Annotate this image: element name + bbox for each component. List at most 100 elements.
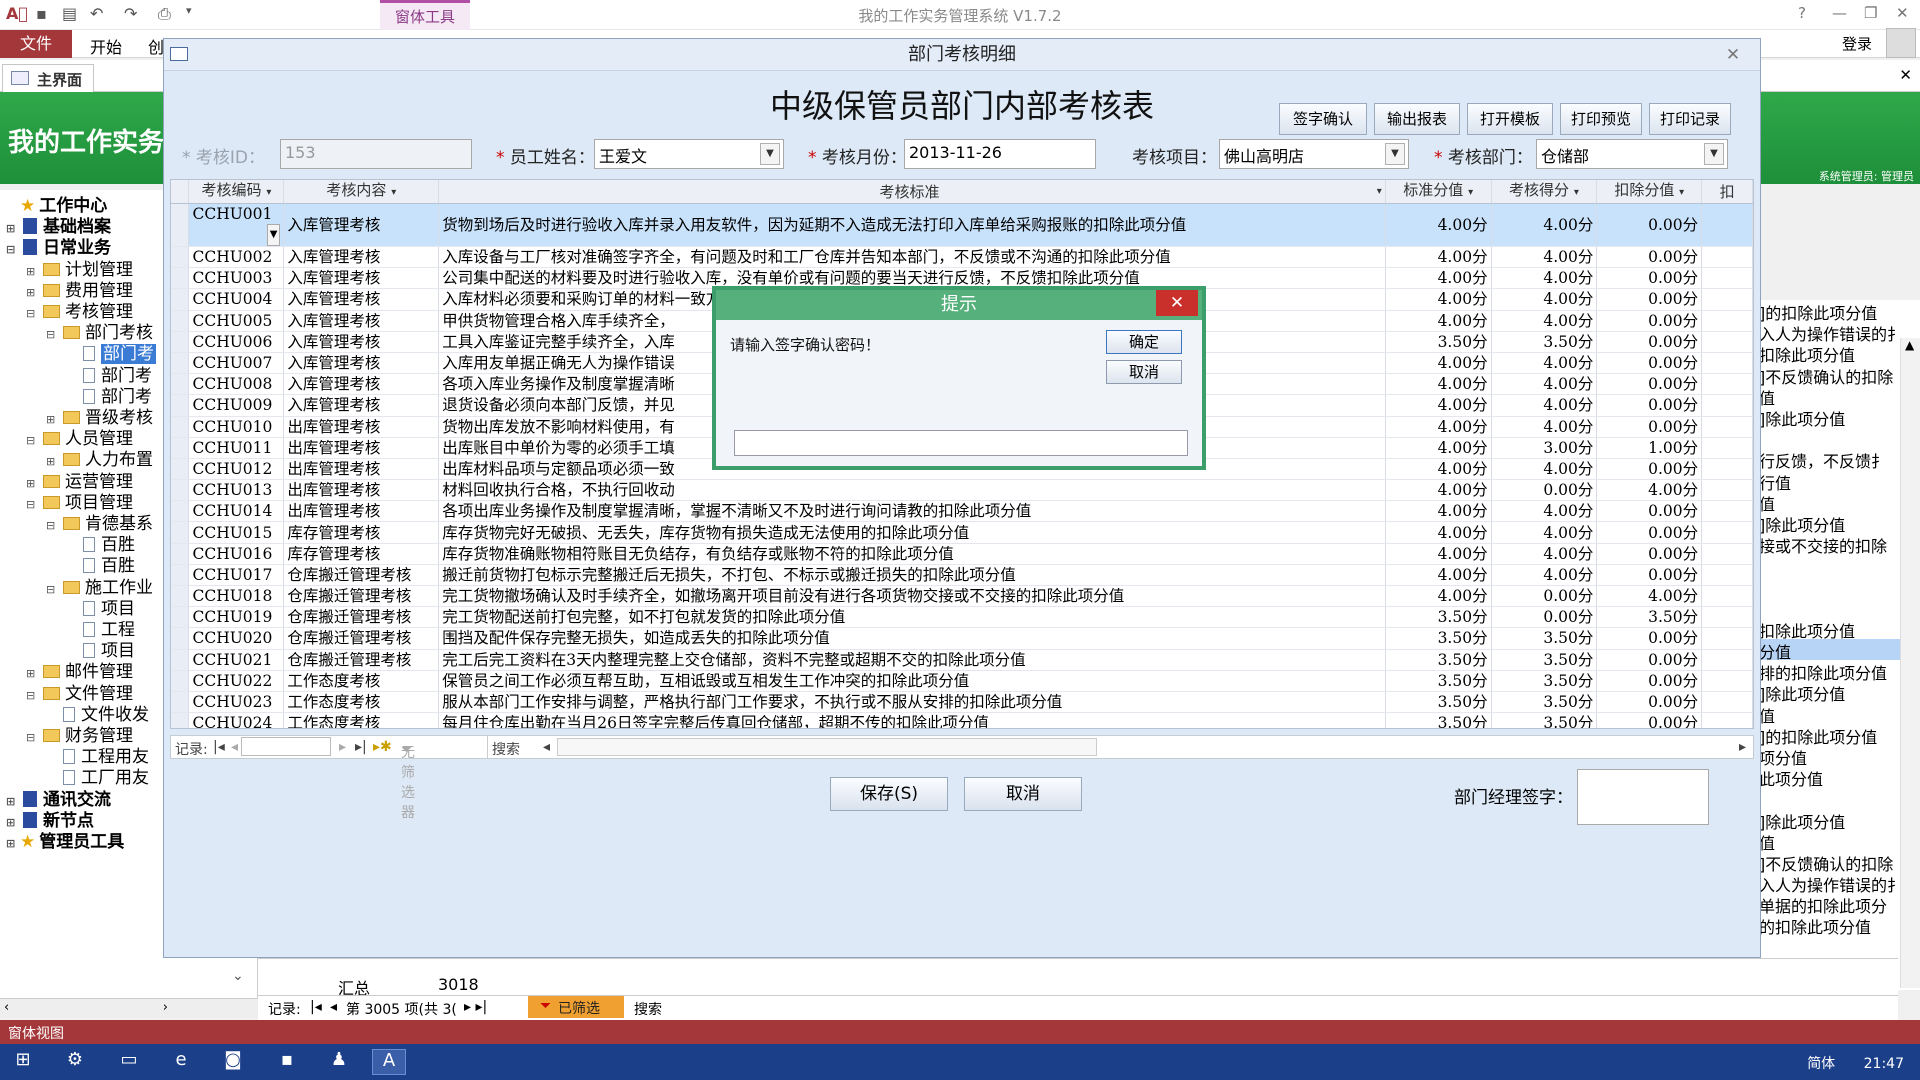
cell-score[interactable]: 3.00分	[1491, 437, 1598, 459]
cell-score[interactable]: 4.00分	[1491, 373, 1598, 396]
cell-extra[interactable]	[1701, 331, 1753, 353]
cell-extra[interactable]	[1701, 606, 1753, 629]
cell-deduct[interactable]: 0.00分	[1596, 394, 1703, 417]
cell-std-score[interactable]: 4.00分	[1385, 203, 1492, 247]
sort-icon[interactable]: ▾	[1377, 182, 1382, 202]
cell-score[interactable]: 4.00分	[1491, 564, 1598, 587]
cell-deduct[interactable]: 1.00分	[1596, 437, 1703, 459]
table-row[interactable]: CCHU013 出库管理考核 材料回收执行合格，不执行回收动 4.00分 0.00分 4.…	[171, 479, 1753, 502]
cancel-button[interactable]: 取消	[964, 777, 1082, 811]
cell-score[interactable]: 4.00分	[1491, 543, 1598, 565]
cell-extra[interactable]	[1701, 627, 1753, 650]
cell-std-score[interactable]: 3.50分	[1385, 649, 1492, 671]
cell-content[interactable]: 入库管理考核	[283, 331, 440, 353]
next-record-icon[interactable]: ▸	[339, 739, 346, 755]
cell-extra[interactable]	[1701, 712, 1753, 728]
cell-std-score[interactable]: 4.00分	[1385, 585, 1492, 608]
cell-deduct[interactable]: 0.00分	[1596, 670, 1703, 692]
chevron-down-icon[interactable]: ▼	[1385, 143, 1405, 165]
access-task-icon[interactable]: A	[372, 1049, 406, 1075]
cell-code[interactable]: CCHU014	[188, 500, 285, 523]
cell-standard[interactable]: 每月住仓库出勤在当月26日签字完整后传真回仓储部，超期不传的扣除此项分值	[438, 712, 1386, 728]
table-row[interactable]: CCHU024 工作态度考核 每月住仓库出勤在当月26日签字完整后传真回仓储部，超期…	[171, 712, 1753, 728]
cell-extra[interactable]	[1701, 691, 1753, 714]
cell-content[interactable]: 入库管理考核	[283, 394, 440, 417]
row-selector[interactable]	[171, 416, 190, 438]
cell-code[interactable]: CCHU020	[188, 627, 285, 650]
cell-standard[interactable]: 保管员之间工作必须互帮互助，互相诋毁或互相发生工作冲突的扣除此项分值	[438, 670, 1386, 692]
tab-create[interactable]: 创	[148, 34, 164, 58]
form-close-button[interactable]: ✕	[1714, 42, 1752, 68]
col-header-deduct[interactable]: 扣除分值 ▾	[1596, 180, 1703, 204]
cell-score[interactable]: 3.50分	[1491, 712, 1598, 728]
cell-score[interactable]: 3.50分	[1491, 627, 1598, 650]
expand-toggle-icon[interactable]: ⊟	[46, 513, 60, 539]
cell-content[interactable]: 入库管理考核	[283, 352, 440, 375]
cell-score[interactable]: 0.00分	[1491, 479, 1598, 502]
cell-code[interactable]: CCHU001 ▼	[188, 203, 285, 247]
table-row[interactable]: CCHU018 仓库搬迁管理考核 完工货物撤场确认及时手续齐全，如撤场离开项目前没有…	[171, 585, 1753, 608]
cell-deduct[interactable]: 0.00分	[1596, 500, 1703, 523]
cell-standard[interactable]: 货物到场后及时进行验收入库并录入用友软件，因为延期不入造成无法打印入库单给采购报…	[438, 203, 1386, 247]
open-template-button[interactable]: 打开模板	[1467, 103, 1553, 135]
cell-content[interactable]: 工作态度考核	[283, 712, 440, 728]
row-selector[interactable]	[171, 373, 190, 396]
cell-code[interactable]: CCHU012	[188, 458, 285, 481]
cell-code[interactable]: CCHU008	[188, 373, 285, 396]
cell-std-score[interactable]: 4.00分	[1385, 479, 1492, 502]
cell-std-score[interactable]: 4.00分	[1385, 458, 1492, 481]
row-selector[interactable]	[171, 521, 190, 544]
table-row[interactable]: CCHU014 出库管理考核 各项出库业务操作及制度掌握清晰，掌握不清晰又不及时进行…	[171, 500, 1753, 523]
cell-score[interactable]: 0.00分	[1491, 606, 1598, 629]
cell-standard[interactable]: 入库设备与工厂核对准确签字齐全，有问题及时和工厂仓库并告知本部门，不反馈或不沟通…	[438, 246, 1386, 269]
cell-code[interactable]: CCHU009	[188, 394, 285, 417]
cell-extra[interactable]	[1701, 288, 1753, 311]
row-selector[interactable]	[171, 649, 190, 671]
cell-extra[interactable]	[1701, 564, 1753, 587]
cell-score[interactable]: 3.50分	[1491, 649, 1598, 671]
cell-standard[interactable]: 各项出库业务操作及制度掌握清晰，掌握不清晰又不及时进行询问请教的扣除此项分值	[438, 500, 1386, 523]
minimize-icon[interactable]: —	[1832, 4, 1847, 22]
cell-std-score[interactable]: 4.00分	[1385, 416, 1492, 438]
cell-extra[interactable]	[1701, 203, 1753, 247]
export-report-button[interactable]: 输出报表	[1374, 103, 1460, 135]
chevron-down-icon[interactable]: ▼	[1704, 143, 1724, 165]
cell-content[interactable]: 仓库搬迁管理考核	[283, 606, 440, 629]
expand-toggle-icon[interactable]: ⊞	[6, 831, 20, 857]
cell-content[interactable]: 出库管理考核	[283, 416, 440, 438]
cell-std-score[interactable]: 4.00分	[1385, 267, 1492, 290]
col-header-score[interactable]: 考核得分 ▾	[1491, 180, 1598, 204]
cell-std-score[interactable]: 3.50分	[1385, 331, 1492, 353]
cell-deduct[interactable]: 0.00分	[1596, 521, 1703, 544]
col-header-std-score[interactable]: 标准分值 ▾	[1385, 180, 1492, 204]
cell-extra[interactable]	[1701, 416, 1753, 438]
cell-deduct[interactable]: 0.00分	[1596, 691, 1703, 714]
cell-code[interactable]: CCHU003	[188, 267, 285, 290]
cell-content[interactable]: 仓库搬迁管理考核	[283, 627, 440, 650]
cell-std-score[interactable]: 3.50分	[1385, 670, 1492, 692]
dialog-close-button[interactable]: ✕	[1156, 290, 1198, 316]
cell-extra[interactable]	[1701, 267, 1753, 290]
assessment-project-combo[interactable]: 佛山高明店 ▼	[1219, 139, 1409, 169]
cell-content[interactable]: 仓库搬迁管理考核	[283, 585, 440, 608]
col-header-code[interactable]: 考核编码 ▾	[188, 180, 285, 204]
restore-icon[interactable]: ❐	[1864, 4, 1877, 22]
close-icon[interactable]: ✕	[1896, 4, 1909, 22]
table-row[interactable]: CCHU022 工作态度考核 保管员之间工作必须互帮互助，互相诋毁或互相发生工作冲突…	[171, 670, 1753, 692]
cell-deduct[interactable]: 0.00分	[1596, 310, 1703, 332]
cell-score[interactable]: 4.00分	[1491, 394, 1598, 417]
cell-extra[interactable]	[1701, 458, 1753, 481]
cell-content[interactable]: 库存管理考核	[283, 543, 440, 565]
cell-std-score[interactable]: 4.00分	[1385, 310, 1492, 332]
expand-toggle-icon[interactable]: ⊟	[26, 492, 40, 518]
table-row[interactable]: CCHU002 入库管理考核 入库设备与工厂核对准确签字齐全，有问题及时和工厂仓库并…	[171, 246, 1753, 269]
cell-std-score[interactable]: 3.50分	[1385, 627, 1492, 650]
cell-code[interactable]: CCHU007	[188, 352, 285, 375]
horizontal-scrollbar[interactable]	[557, 738, 1097, 756]
tab-home[interactable]: 开始	[90, 34, 122, 58]
cell-extra[interactable]	[1701, 352, 1753, 375]
expand-toggle-icon[interactable]: ⊟	[46, 322, 60, 348]
row-selector[interactable]	[171, 458, 190, 481]
cell-content[interactable]: 出库管理考核	[283, 437, 440, 459]
password-input[interactable]	[734, 430, 1188, 456]
